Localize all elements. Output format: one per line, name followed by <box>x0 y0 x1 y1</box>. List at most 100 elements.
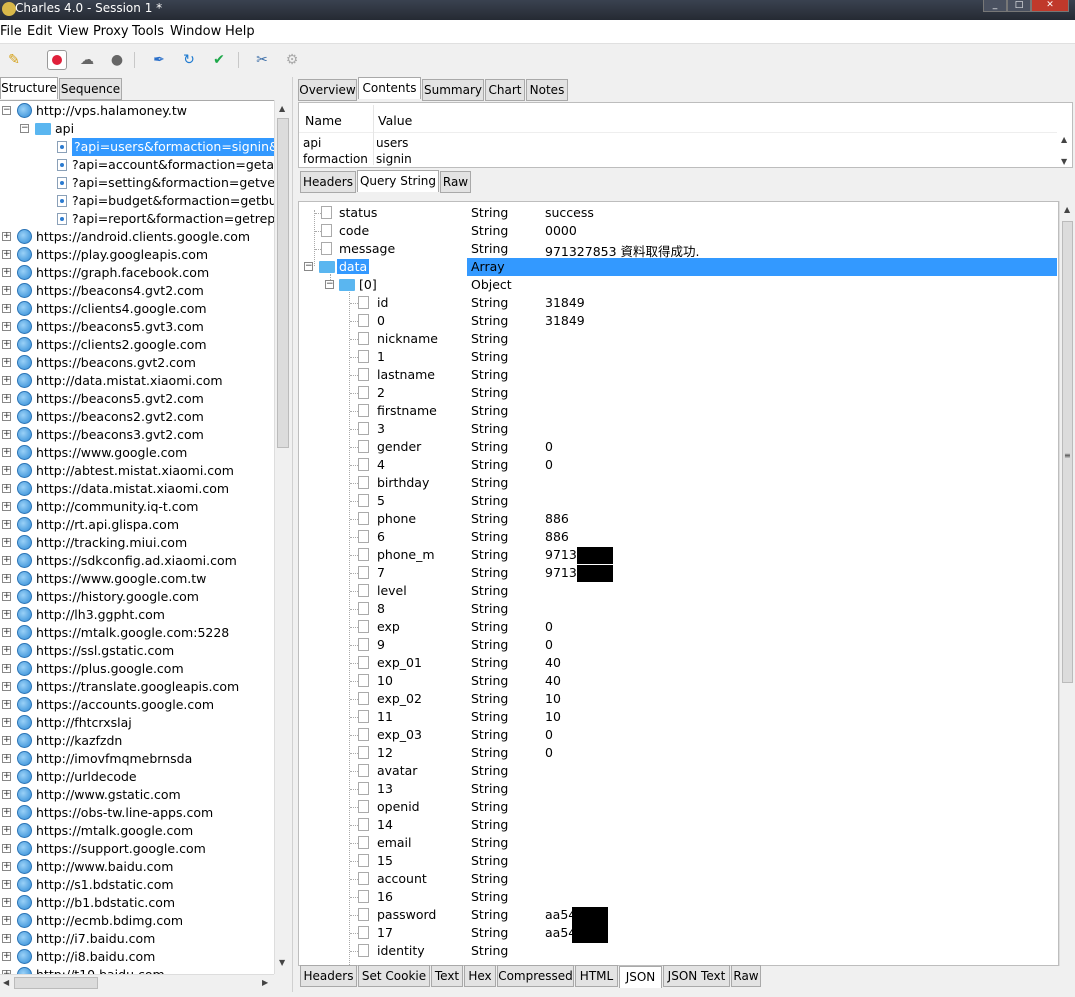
expand-icon[interactable]: + <box>2 664 11 673</box>
tree-host[interactable]: + https://beacons4.gvt2.com <box>0 282 274 300</box>
tree-host[interactable]: + https://clients4.google.com <box>0 300 274 318</box>
expand-icon[interactable]: + <box>2 862 11 871</box>
json-row[interactable]: 10 String 40 <box>299 672 1058 690</box>
tree-host[interactable]: + https://data.mistat.xiaomi.com <box>0 480 274 498</box>
expand-icon[interactable]: + <box>2 772 11 781</box>
tree-host[interactable]: + http://urldecode <box>0 768 274 786</box>
tree-request[interactable]: ?api=users&formaction=signin&typ <box>0 138 274 156</box>
tree-host[interactable]: + http://i7.baidu.com <box>0 930 274 948</box>
json-row[interactable]: 1 String <box>299 348 1058 366</box>
json-row[interactable]: code String 0000 <box>299 222 1058 240</box>
expand-icon[interactable]: + <box>2 682 11 691</box>
tree-host[interactable]: + http://data.mistat.xiaomi.com <box>0 372 274 390</box>
json-row[interactable]: exp_02 String 10 <box>299 690 1058 708</box>
expand-icon[interactable]: + <box>2 898 11 907</box>
tree-host[interactable]: + https://beacons3.gvt2.com <box>0 426 274 444</box>
expand-icon[interactable]: + <box>2 322 11 331</box>
stop-icon[interactable]: ● <box>107 50 127 70</box>
expand-icon[interactable]: + <box>2 592 11 601</box>
tab-chart[interactable]: Chart <box>485 79 525 101</box>
response-tab-html[interactable]: HTML <box>575 965 618 987</box>
tab-summary[interactable]: Summary <box>422 79 484 101</box>
settings-icon[interactable]: ⚙ <box>282 50 302 70</box>
tree-host[interactable]: + http://tracking.miui.com <box>0 534 274 552</box>
expand-icon[interactable]: + <box>2 916 11 925</box>
expand-icon[interactable]: + <box>2 736 11 745</box>
tree-host[interactable]: + https://plus.google.com <box>0 660 274 678</box>
json-row[interactable]: 3 String <box>299 420 1058 438</box>
expand-icon[interactable]: + <box>2 448 11 457</box>
json-row[interactable]: openid String <box>299 798 1058 816</box>
tree-host[interactable]: + https://mtalk.google.com <box>0 822 274 840</box>
expand-icon[interactable]: + <box>2 574 11 583</box>
tree-host[interactable]: + http://ecmb.bdimg.com <box>0 912 274 930</box>
json-row[interactable]: 17 String aa54 <box>299 924 1058 943</box>
json-row[interactable]: 7 String 97132 <box>299 564 1058 582</box>
pen-icon[interactable]: ✒ <box>149 50 169 70</box>
tree-host[interactable]: + https://beacons5.gvt2.com <box>0 390 274 408</box>
check-icon[interactable]: ✔ <box>209 50 229 70</box>
json-row[interactable]: id String 31849 <box>299 294 1058 312</box>
json-row[interactable]: exp_01 String 40 <box>299 654 1058 672</box>
tree-host[interactable]: + http://kazfzdn <box>0 732 274 750</box>
json-row[interactable]: 13 String <box>299 780 1058 798</box>
tree-host[interactable]: + http://lh3.ggpht.com <box>0 606 274 624</box>
tab-notes[interactable]: Notes <box>526 79 568 101</box>
response-tab-json-text[interactable]: JSON Text <box>663 965 730 987</box>
menu-window[interactable]: Window <box>170 24 221 39</box>
expand-icon[interactable]: + <box>2 610 11 619</box>
json-row[interactable]: 5 String <box>299 492 1058 510</box>
tree-host[interactable]: + http://www.gstatic.com <box>0 786 274 804</box>
tab-request-headers[interactable]: Headers <box>300 171 356 193</box>
json-row[interactable]: 8 String <box>299 600 1058 618</box>
tree-host[interactable]: +http://t10.baidu.com <box>0 966 274 974</box>
expand-icon[interactable]: + <box>2 556 11 565</box>
tree-host[interactable]: + https://beacons5.gvt3.com <box>0 318 274 336</box>
response-tab-headers[interactable]: Headers <box>300 965 357 987</box>
tree-host[interactable]: + https://clients2.google.com <box>0 336 274 354</box>
expand-icon[interactable]: + <box>2 376 11 385</box>
menu-proxy[interactable]: Proxy <box>93 24 129 39</box>
json-row[interactable]: 15 String <box>299 852 1058 870</box>
broom-icon[interactable]: ✎ <box>4 50 24 70</box>
structure-horizontal-scrollbar[interactable]: ◀ ▶ <box>0 974 274 991</box>
json-row[interactable]: 2 String <box>299 384 1058 402</box>
tree-host[interactable]: + https://beacons.gvt2.com <box>0 354 274 372</box>
expand-icon[interactable]: + <box>2 430 11 439</box>
tree-host[interactable]: + https://www.google.com <box>0 444 274 462</box>
json-row[interactable]: 16 String <box>299 888 1058 906</box>
column-name-header[interactable]: Name <box>305 113 342 128</box>
json-row[interactable]: account String <box>299 870 1058 888</box>
expand-icon[interactable]: + <box>2 646 11 655</box>
tree-request[interactable]: ?api=setting&formaction=getverlo <box>0 174 274 192</box>
json-row[interactable]: status String success <box>299 204 1058 222</box>
expand-icon[interactable]: + <box>2 952 11 961</box>
json-row[interactable]: 14 String <box>299 816 1058 834</box>
menu-edit[interactable]: Edit <box>27 24 52 39</box>
tab-overview[interactable]: Overview <box>298 79 357 101</box>
json-row[interactable]: exp String 0 <box>299 618 1058 636</box>
tree-host[interactable]: + https://translate.googleapis.com <box>0 678 274 696</box>
expand-icon[interactable]: + <box>2 934 11 943</box>
json-row[interactable]: email String <box>299 834 1058 852</box>
response-tab-set-cookie[interactable]: Set Cookie <box>358 965 430 987</box>
expand-icon[interactable]: + <box>2 826 11 835</box>
collapse-icon[interactable]: − <box>304 262 313 271</box>
close-button[interactable]: ✕ <box>1031 0 1069 12</box>
tree-host[interactable]: + https://graph.facebook.com <box>0 264 274 282</box>
expand-icon[interactable]: + <box>2 358 11 367</box>
expand-icon[interactable]: + <box>2 484 11 493</box>
json-row[interactable]: gender String 0 <box>299 438 1058 456</box>
tab-contents[interactable]: Contents <box>358 77 421 99</box>
response-tab-compressed[interactable]: Compressed <box>497 965 574 987</box>
response-tab-text[interactable]: Text <box>431 965 463 987</box>
menu-file[interactable]: File <box>0 24 22 39</box>
json-row[interactable]: 0 String 31849 <box>299 312 1058 330</box>
tab-structure[interactable]: Structure <box>0 77 58 99</box>
expand-icon[interactable]: + <box>2 268 11 277</box>
tree-host[interactable]: + https://www.google.com.tw <box>0 570 274 588</box>
tree-host[interactable]: + https://obs-tw.line-apps.com <box>0 804 274 822</box>
expand-icon[interactable]: + <box>2 754 11 763</box>
refresh-icon[interactable]: ↻ <box>179 50 199 70</box>
json-row[interactable]: 12 String 0 <box>299 744 1058 762</box>
